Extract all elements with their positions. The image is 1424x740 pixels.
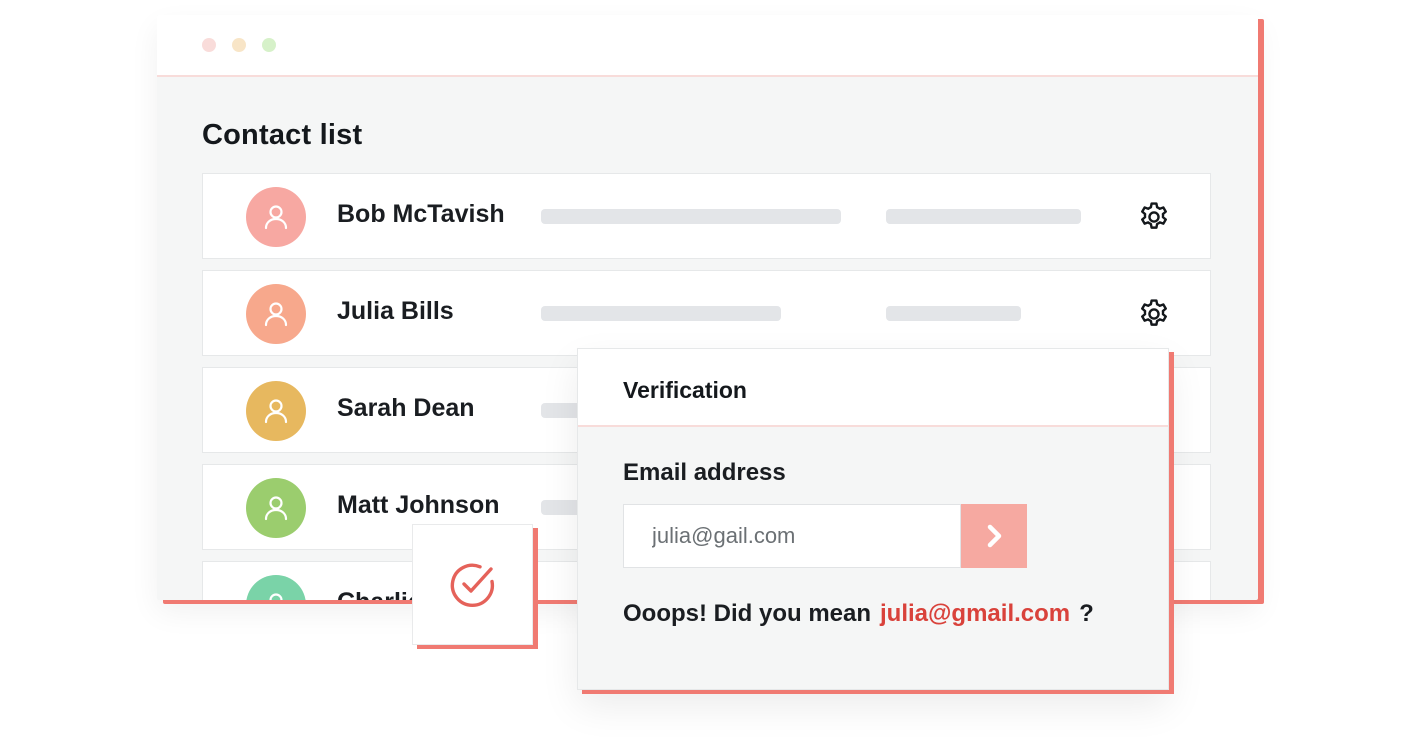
avatar xyxy=(246,381,306,441)
window-close-dot[interactable] xyxy=(202,38,216,52)
user-icon xyxy=(264,399,288,424)
verification-popover: Verification Email address Ooops! Did yo… xyxy=(577,348,1169,690)
placeholder-bar xyxy=(541,209,841,224)
contact-name: Julia Bills xyxy=(337,297,454,325)
avatar xyxy=(246,187,306,247)
suggestion-question-mark: ? xyxy=(1079,600,1094,627)
verification-title: Verification xyxy=(623,377,747,403)
avatar xyxy=(246,575,306,600)
settings-icon[interactable] xyxy=(1135,295,1173,333)
email-field-label: Email address xyxy=(623,459,786,486)
user-icon xyxy=(264,496,288,521)
contact-name: Sarah Dean xyxy=(337,394,475,422)
submit-email-button[interactable] xyxy=(961,504,1027,568)
placeholder-bar xyxy=(886,306,1021,321)
placeholder-bar xyxy=(886,209,1081,224)
email-field[interactable] xyxy=(623,504,961,568)
contact-name: Bob McTavish xyxy=(337,200,505,228)
suggested-email-link[interactable]: julia@gmail.com xyxy=(880,600,1070,627)
page-title: Contact list xyxy=(202,119,363,151)
avatar xyxy=(246,478,306,538)
user-icon xyxy=(264,205,288,230)
email-suggestion: Ooops! Did you mean julia@gmail.com? xyxy=(623,600,1094,628)
window-titlebar xyxy=(157,15,1258,77)
suggestion-text: Ooops! Did you mean xyxy=(623,600,872,627)
contact-name: Matt Johnson xyxy=(337,491,500,519)
window-maximize-dot[interactable] xyxy=(262,38,276,52)
contact-row[interactable]: Julia Bills xyxy=(202,270,1211,356)
check-circle-icon xyxy=(450,563,494,607)
user-icon xyxy=(264,302,288,327)
chevron-right-icon xyxy=(987,524,1002,548)
settings-icon[interactable] xyxy=(1135,198,1173,236)
avatar xyxy=(246,284,306,344)
contact-row[interactable]: Bob McTavish xyxy=(202,173,1211,259)
contact-name: Charlie xyxy=(337,588,422,600)
verification-header: Verification xyxy=(578,349,1168,427)
user-icon xyxy=(269,593,283,600)
placeholder-bar xyxy=(541,306,781,321)
window-minimize-dot[interactable] xyxy=(232,38,246,52)
verified-check-card xyxy=(412,524,533,645)
